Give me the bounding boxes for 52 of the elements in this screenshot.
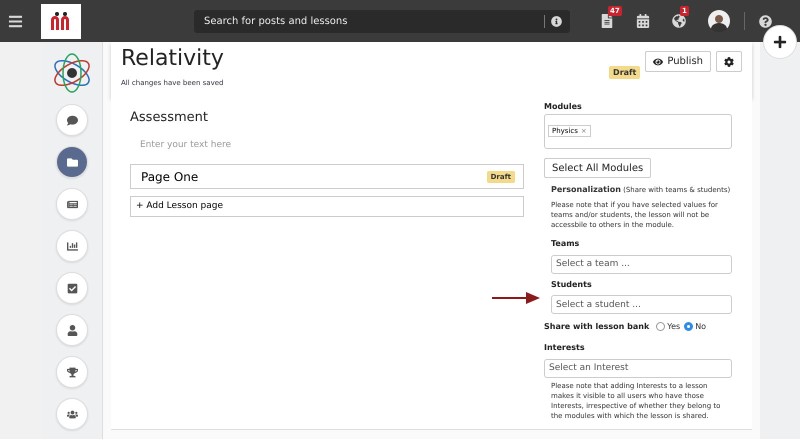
- avatar[interactable]: [708, 10, 730, 32]
- newspaper-icon: [66, 198, 78, 210]
- chat-icon: [66, 114, 78, 126]
- plus-icon: [773, 35, 787, 49]
- trophy-icon: [66, 366, 78, 378]
- atom-logo: [51, 52, 93, 94]
- select-all-button[interactable]: Select All Modules: [544, 158, 652, 178]
- help-icon[interactable]: [759, 14, 772, 28]
- user-icon: [66, 324, 78, 336]
- bar-chart-icon: [66, 240, 78, 252]
- radio-option[interactable]: Yes: [656, 322, 680, 332]
- field-label: Students: [551, 280, 593, 289]
- radio-button[interactable]: [684, 322, 694, 332]
- info-icon[interactable]: [551, 16, 562, 26]
- select-field[interactable]: Select an Interest: [544, 358, 732, 378]
- settings-icon: [724, 56, 734, 66]
- option-label: No: [695, 322, 706, 332]
- field-label: Share with lesson bank: [544, 322, 650, 332]
- section-heading: Assessment: [130, 110, 209, 125]
- sidebar-button[interactable]: [56, 398, 88, 430]
- select-field[interactable]: Select a team ...: [551, 254, 732, 274]
- logo[interactable]: [41, 4, 81, 38]
- radio-button[interactable]: [656, 322, 666, 332]
- folder-icon: [66, 156, 78, 168]
- sidebar-button[interactable]: [56, 104, 88, 136]
- select-field[interactable]: Select a student ...: [551, 295, 732, 314]
- tick-icon: [66, 282, 78, 294]
- eye-icon: [653, 56, 664, 66]
- option-label: Yes: [667, 322, 680, 332]
- sidebar-button[interactable]: [56, 188, 88, 220]
- globe-icon[interactable]: [672, 14, 686, 28]
- add-page-button[interactable]: + Add Lesson page: [130, 196, 524, 216]
- sidebar-button[interactable]: [56, 230, 88, 262]
- field-label: Modules: [544, 102, 583, 111]
- field-label: Interests: [544, 343, 586, 352]
- page-title: Page One: [141, 170, 198, 184]
- lesson-title: Relativity: [121, 46, 224, 71]
- sidebar-button[interactable]: [56, 314, 88, 346]
- menu-icon[interactable]: [8, 14, 23, 28]
- radio-option[interactable]: No: [684, 322, 706, 332]
- settings-button[interactable]: [716, 51, 742, 72]
- sidebar-button[interactable]: [56, 146, 88, 178]
- search-field[interactable]: Search for posts and lessons: [194, 10, 570, 32]
- publish-button[interactable]: Publish: [645, 51, 711, 72]
- field-label: Teams: [551, 239, 580, 248]
- sidebar-button[interactable]: [56, 356, 88, 388]
- status-badge: Draft: [609, 66, 640, 79]
- document-icon[interactable]: [600, 14, 614, 28]
- group-icon: [66, 408, 78, 420]
- sidebar-button[interactable]: [56, 272, 88, 304]
- calendar-icon[interactable]: [636, 14, 650, 28]
- arrow-icon: [492, 292, 540, 304]
